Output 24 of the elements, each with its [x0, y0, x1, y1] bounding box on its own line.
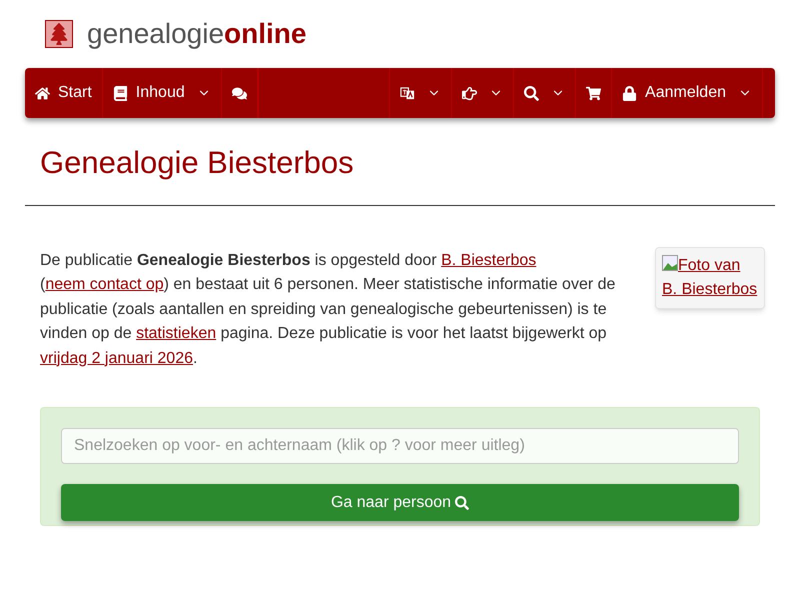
book-icon	[112, 86, 128, 100]
site-logo[interactable]: genealogieonline	[87, 13, 306, 55]
search-field[interactable]: Snelzoeken op voor- en achternaam (klik op ? voor meer uitleg)	[61, 428, 739, 464]
text-link[interactable]: vrijdag 2 januari 2026	[40, 350, 193, 366]
nav-item[interactable]: Start	[25, 68, 103, 118]
broken-image-icon	[662, 254, 678, 270]
go-to-person-button[interactable]: Ga naar persoon	[61, 484, 739, 521]
logo-icon	[45, 20, 73, 48]
photo-link[interactable]: Foto van B. Biesterbos	[662, 254, 758, 302]
home-icon	[35, 86, 50, 100]
chat-bubbles-icon	[232, 86, 247, 100]
lock-icon	[622, 86, 638, 100]
page-title: Genealogie Biesterbos	[40, 144, 355, 182]
search-icon	[455, 496, 470, 510]
search-icon	[524, 86, 540, 100]
translation-icon	[400, 86, 416, 100]
text-link[interactable]: neem contact op	[45, 276, 164, 293]
text-link[interactable]: B. Biesterbos	[441, 252, 536, 268]
cart-icon	[586, 86, 602, 100]
nav-item[interactable]: Inhoud	[102, 68, 222, 118]
pointing-hand-icon	[462, 86, 478, 100]
intro-paragraph: De publicatie Genealogie Biesterbos is opgesteld door B. Biesterbos (neem contact op) en bestaat uit 6 personen. Meer statistische informatie over de publicatie (zoals aantallen en spreiding van genealogische gebeurtenissen) is te vinden op de statistieken pagina. Deze publicatie is voor het laatst bijgewerkt op vrijdag 2 januari 2026.	[40, 250, 616, 368]
text-link[interactable]: statistieken	[136, 325, 216, 342]
nav-item[interactable]: Aanmelden	[612, 68, 763, 118]
